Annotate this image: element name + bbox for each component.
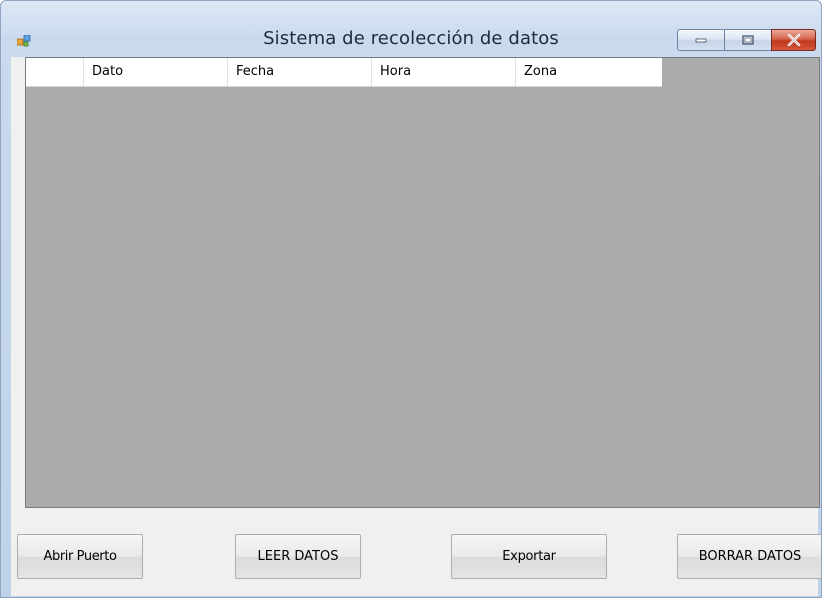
leer-datos-button[interactable]: LEER DATOS bbox=[235, 534, 361, 579]
title-bar[interactable]: Sistema de recolección de datos bbox=[1, 1, 821, 55]
close-icon bbox=[787, 34, 800, 46]
abrir-puerto-button[interactable]: Abrir Puerto bbox=[17, 534, 143, 579]
borrar-datos-button[interactable]: BORRAR DATOS bbox=[677, 534, 821, 579]
row-header-corner[interactable] bbox=[26, 58, 84, 86]
grid-header: Dato Fecha Hora Zona bbox=[26, 58, 662, 87]
client-area: Dato Fecha Hora Zona Abrir Puerto LEER D… bbox=[11, 57, 821, 596]
maximize-icon bbox=[742, 35, 754, 45]
minimize-button[interactable] bbox=[677, 29, 725, 51]
main-window: Sistema de recolección de datos Dato Fec… bbox=[0, 0, 822, 598]
column-header-zona[interactable]: Zona bbox=[516, 58, 662, 86]
exportar-button[interactable]: Exportar bbox=[451, 534, 607, 579]
close-button[interactable] bbox=[771, 29, 816, 51]
column-header-hora[interactable]: Hora bbox=[372, 58, 516, 86]
data-grid[interactable]: Dato Fecha Hora Zona bbox=[25, 57, 820, 508]
column-header-fecha[interactable]: Fecha bbox=[228, 58, 372, 86]
minimize-icon bbox=[695, 38, 707, 43]
maximize-button[interactable] bbox=[724, 29, 772, 51]
column-header-dato[interactable]: Dato bbox=[84, 58, 228, 86]
